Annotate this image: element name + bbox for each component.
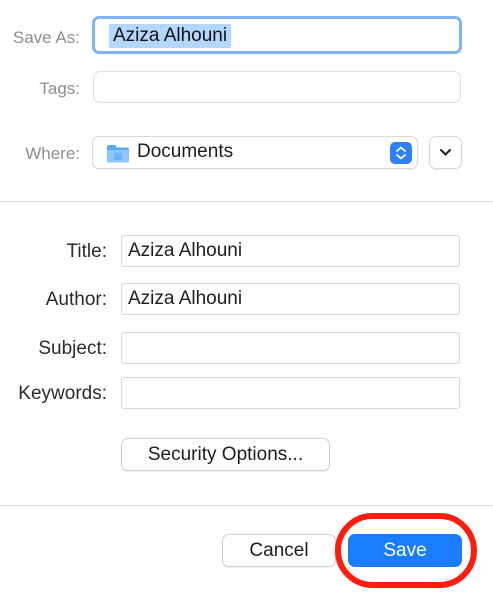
popup-stepper-icon — [390, 142, 412, 164]
cancel-button[interactable]: Cancel — [222, 534, 336, 567]
where-label: Where: — [25, 144, 80, 163]
save-as-field[interactable]: Aziza Alhouni — [92, 16, 462, 54]
divider — [0, 505, 493, 506]
author-field[interactable]: Aziza Alhouni — [121, 283, 460, 315]
tags-label: Tags: — [39, 79, 80, 98]
where-value: Documents — [137, 141, 234, 162]
save-as-value: Aziza Alhouni — [109, 24, 232, 48]
keywords-label: Keywords: — [18, 383, 107, 404]
author-label: Author: — [45, 289, 107, 310]
chevron-down-icon — [440, 149, 451, 156]
folder-icon — [107, 145, 129, 163]
security-options-button[interactable]: Security Options... — [121, 438, 330, 471]
subject-field[interactable] — [121, 332, 460, 364]
title-label: Title: — [66, 241, 107, 262]
divider — [0, 201, 493, 202]
subject-label: Subject: — [38, 338, 107, 359]
save-highlight-annotation — [335, 513, 477, 588]
tags-field[interactable] — [93, 71, 461, 103]
keywords-field[interactable] — [121, 377, 460, 409]
where-location-popup[interactable]: Documents — [92, 136, 418, 169]
save-dialog: Save As: Aziza Alhouni Tags: Where: Docu… — [0, 0, 493, 600]
title-field[interactable]: Aziza Alhouni — [121, 235, 460, 267]
save-as-label: Save As: — [12, 28, 80, 47]
expand-dialog-button[interactable] — [429, 136, 462, 169]
